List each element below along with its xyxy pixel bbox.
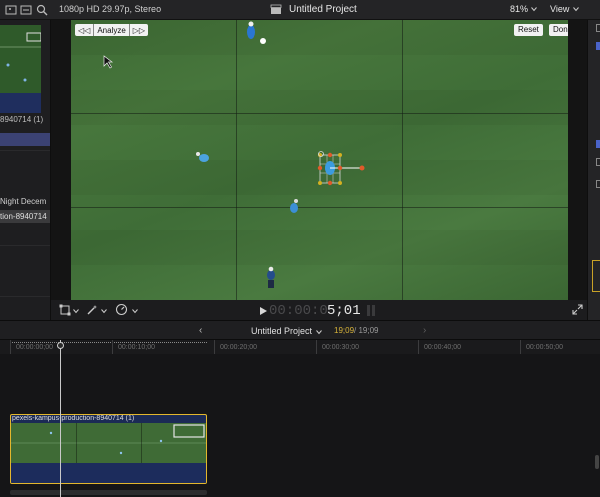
clip-thumbnail[interactable] [0,25,41,113]
thumbnail-name: 8940714 (1) [0,115,44,124]
format-label: 1080p HD 29.97p, Stereo [59,4,162,14]
viewer-controls: 00:00:0 5;01 [51,300,587,320]
fullscreen-icon[interactable] [572,304,583,315]
inspector-checkbox[interactable] [596,158,600,166]
transform-icon[interactable] [59,304,71,316]
player-figure [267,266,275,288]
play-icon[interactable] [260,307,267,315]
browser-selection-bar[interactable] [0,133,50,146]
field-thumbnail-image [0,32,41,82]
analyze-button[interactable]: Analyze [94,26,128,35]
ruler-range-marker [10,342,207,343]
view-dropdown[interactable]: View [550,4,569,14]
inspector-checkbox[interactable] [596,24,600,32]
browser-column-headers[interactable]: Night Decem [0,197,46,206]
ruler-tick [418,340,419,354]
photos-browser-icon[interactable] [4,3,18,17]
clip-name: pexels-kampus-production-8940714 (1) [12,415,135,422]
timeline-clip[interactable]: pexels-kampus-production-8940714 (1) [10,414,207,484]
ruler-tick [520,340,521,354]
divider [0,245,50,246]
playhead[interactable] [60,340,61,497]
clip-filmstrip [11,423,206,463]
ruler-label: 00:00:30;00 [322,344,359,351]
ruler-tick [214,340,215,354]
player-figure [290,199,298,213]
ruler-tick [112,340,113,354]
search-icon[interactable] [35,3,49,17]
inspector-selected-field[interactable] [592,260,600,292]
timeline-forward-button[interactable]: › [423,325,426,336]
filmstrip-divider [76,423,77,463]
ruler-label: 00:00:50;00 [526,344,563,351]
inspector-checkbox[interactable] [596,180,600,188]
thumbnail-audio-strip [0,93,41,113]
top-toolbar: 1080p HD 29.97p, Stereo Untitled Project… [0,0,600,20]
timeline-project-name[interactable]: Untitled Project [251,326,312,336]
player-figure [196,152,209,162]
ruler-label: 00:00:20;00 [220,344,257,351]
browser-clip-row[interactable]: tion-8940714 [0,210,50,223]
scene-overlay [103,21,365,288]
clip-audio-waveform [11,463,206,483]
filmstrip-divider [141,423,142,463]
playhead-handle[interactable] [57,342,64,349]
chevron-down-icon[interactable] [101,308,107,314]
reset-button[interactable]: Reset [514,24,543,36]
chevron-down-icon[interactable] [316,329,322,335]
timeline-tracks[interactable]: pexels-kampus-production-8940714 (1) [0,354,600,497]
forward-track-icon[interactable]: ▷▷ [130,26,148,35]
video-frame[interactable]: ◁◁ Analyze ▷▷ Reset Done [71,20,568,300]
audio-meter-icon[interactable] [364,303,378,317]
final-cut-window: 1080p HD 29.97p, Stereo Untitled Project… [0,0,600,497]
done-button[interactable]: Done [549,24,568,36]
browser-panel: 8940714 (1) Night Decem tion-8940714 [0,20,51,320]
analyze-control[interactable]: ◁◁ Analyze ▷▷ [75,24,149,36]
timecode-leading: 00:00:0 [269,303,328,319]
divider [0,150,50,151]
ruler-tick [316,340,317,354]
chevron-down-icon[interactable] [531,6,537,12]
timeline-current-timecode: 19;09 [334,326,355,335]
titles-browser-icon[interactable] [19,3,33,17]
magic-wand-icon[interactable] [86,304,98,316]
clapper-icon [270,4,282,14]
divider [0,296,50,297]
mouse-cursor [103,55,114,69]
timeline-back-button[interactable]: ‹ [199,325,202,336]
project-title: Untitled Project [289,4,357,15]
ruler-label: 00:00:00;00 [16,344,53,351]
vertical-scrollbar[interactable] [595,455,599,469]
zoom-dropdown[interactable]: 81% [510,4,528,14]
timeline-total-timecode: / 19;09 [354,326,379,335]
inspector-checkbox-checked[interactable] [596,140,600,148]
filmstrip-frames [11,423,206,463]
rewind-track-icon[interactable]: ◁◁ [75,26,93,35]
timecode-display: 5;01 [327,303,361,319]
ruler-label: 00:00:10;00 [118,344,155,351]
chevron-down-icon[interactable] [573,6,579,12]
ruler-label: 00:00:40;00 [424,344,461,351]
timeline-header: ‹ Untitled Project 19;09 / 19;09 › [0,320,600,340]
player-figure [247,21,266,44]
timeline-scrollbar[interactable] [10,490,207,495]
inspector-checkbox-checked[interactable] [596,42,600,50]
timeline-ruler[interactable]: 00:00:00;00 00:00:10;00 00:00:20;00 00:0… [0,340,600,354]
transform-handle-widget [317,151,365,186]
chevron-down-icon[interactable] [73,308,79,314]
inspector-panel [587,20,600,320]
chevron-down-icon[interactable] [132,308,138,314]
speed-icon[interactable] [115,303,128,316]
viewer: ◁◁ Analyze ▷▷ Reset Done [51,20,587,320]
ruler-tick [10,340,11,354]
